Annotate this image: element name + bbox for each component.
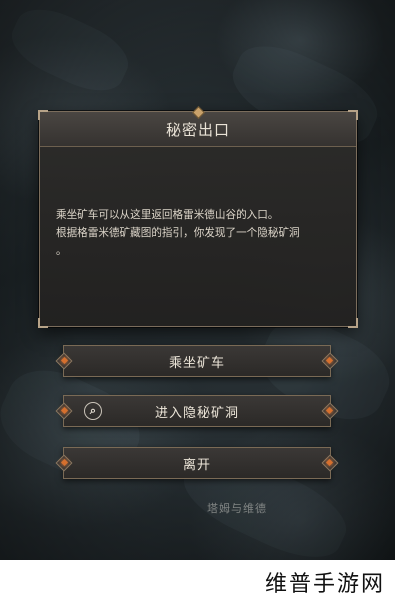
- button-label: 乘坐矿车: [168, 355, 225, 371]
- ride-minecart-button[interactable]: 乘坐矿车: [60, 345, 334, 377]
- gem-ornament: [325, 356, 334, 365]
- description-line-2: 根据格雷米德矿藏图的指引，你发现了一个隐秘矿洞: [56, 227, 300, 239]
- gem-ornament: [325, 458, 334, 467]
- description-line-1: 乘坐矿车可以从这里返回格雷米德山谷的入口。: [56, 209, 279, 221]
- gem-ornament: [60, 356, 69, 365]
- button-label: 进入隐秘矿洞: [154, 405, 239, 421]
- corner-ornament: [38, 318, 48, 328]
- corner-ornament: [348, 318, 358, 328]
- button-label: 离开: [182, 457, 211, 473]
- enter-secret-cave-button[interactable]: ⌕ 进入隐秘矿洞: [60, 395, 334, 427]
- secret-exit-dialog: 秘密出口 乘坐矿车可以从这里返回格雷米德山谷的入口。 根据格雷米德矿藏图的指引，…: [38, 106, 358, 328]
- dialog-description: 乘坐矿车可以从这里返回格雷米德山谷的入口。 根据格雷米德矿藏图的指引，你发现了一…: [56, 206, 346, 260]
- gem-ornament: [60, 406, 69, 415]
- site-watermark: 维普手游网: [264, 572, 385, 597]
- dialog-title: 秘密出口: [165, 120, 230, 139]
- background-location-label: 塔姆与维德: [207, 502, 267, 515]
- gem-ornament: [325, 406, 334, 415]
- description-line-3: 。: [56, 245, 67, 257]
- gem-ornament: [60, 458, 69, 467]
- leave-button[interactable]: 离开: [60, 447, 334, 479]
- search-icon: ⌕: [84, 402, 102, 420]
